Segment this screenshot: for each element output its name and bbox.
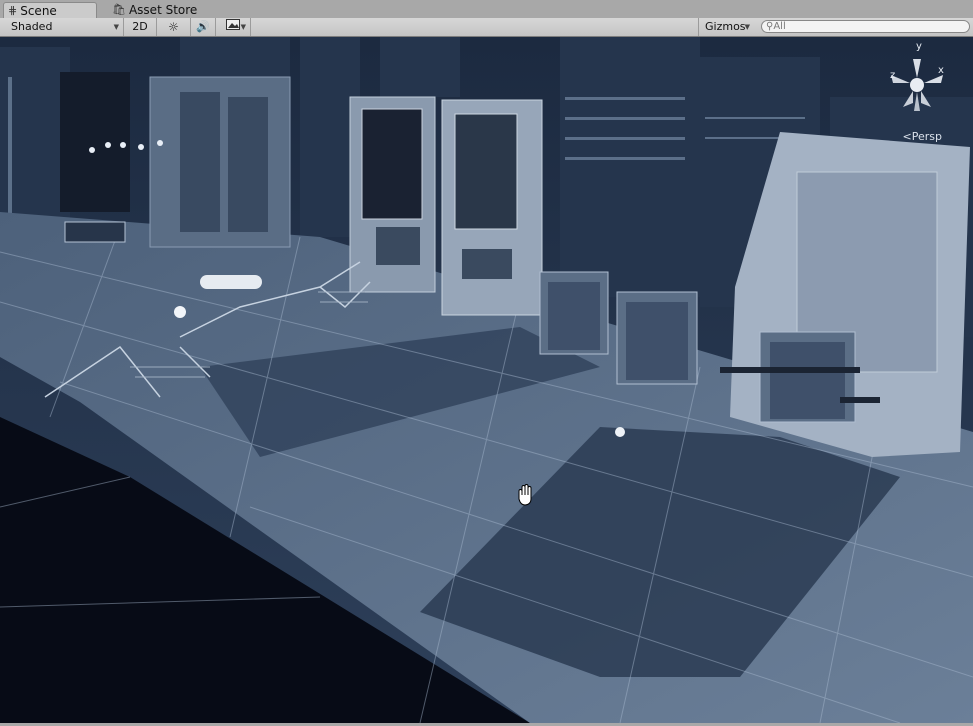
- tab-asset-store-label: Asset Store: [128, 3, 198, 17]
- gizmos-dropdown[interactable]: Gizmos ▼: [698, 18, 754, 36]
- gizmo-axis-x-label: x: [938, 65, 944, 76]
- search-placeholder: All: [773, 21, 786, 32]
- gizmo-axis-y-label: y: [916, 41, 922, 52]
- grid-icon: ⋕: [8, 3, 18, 17]
- tab-asset-store[interactable]: 🛍 Asset Store: [108, 2, 203, 18]
- scene-toolbar: Shaded ▼ 2D ☼ 🔊 ▼ Gizmos ▼ ⚲All: [0, 18, 973, 37]
- audio-toggle-button[interactable]: 🔊: [191, 18, 216, 36]
- sun-icon: ☼: [168, 20, 179, 34]
- scene-render: [0, 37, 973, 723]
- chevron-down-icon: ▼: [240, 23, 246, 31]
- effects-dropdown[interactable]: ▼: [216, 18, 251, 36]
- scene-viewport[interactable]: y x z <Persp: [0, 37, 973, 723]
- image-icon: [226, 18, 240, 36]
- projection-toggle[interactable]: <Persp: [903, 130, 942, 143]
- projection-arrow-icon: <: [902, 130, 912, 143]
- chevron-down-icon: ▼: [744, 23, 750, 31]
- tab-scene[interactable]: ⋕ Scene: [3, 2, 97, 18]
- tab-scene-label: Scene: [20, 3, 57, 18]
- projection-label: Persp: [911, 130, 942, 143]
- store-icon: 🛍: [112, 3, 126, 16]
- gizmos-label: Gizmos: [705, 20, 746, 33]
- shading-mode-label: Shaded: [11, 20, 53, 33]
- speaker-icon: 🔊: [196, 20, 210, 33]
- chevron-down-icon: ▼: [113, 23, 119, 31]
- search-input[interactable]: ⚲All: [761, 20, 970, 33]
- 2d-toggle-button[interactable]: 2D: [124, 18, 157, 36]
- shading-mode-dropdown[interactable]: Shaded ▼: [0, 18, 124, 36]
- gizmo-axis-z-label: z: [890, 70, 896, 81]
- lighting-toggle-button[interactable]: ☼: [157, 18, 191, 36]
- tab-bar: ⋕ Scene 🛍 Asset Store: [0, 0, 973, 19]
- 2d-label: 2D: [132, 20, 148, 33]
